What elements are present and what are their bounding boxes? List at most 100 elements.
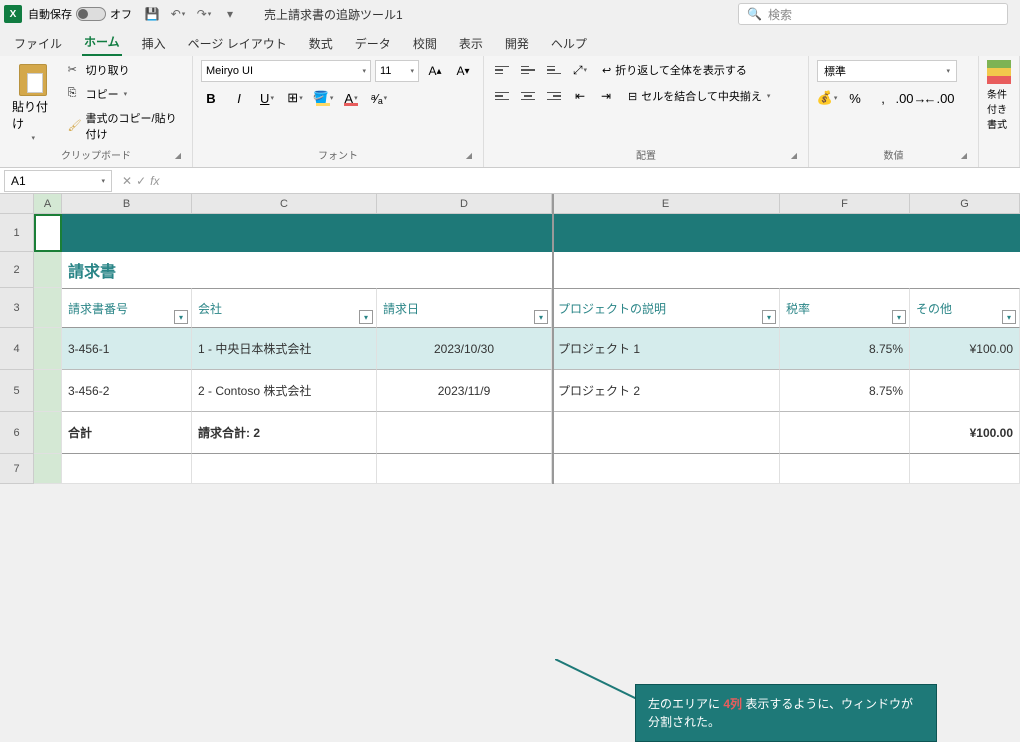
total-cell[interactable]	[552, 412, 780, 454]
cell[interactable]	[552, 454, 780, 484]
tab-home[interactable]: ホーム	[82, 29, 122, 56]
border-button[interactable]: ⊞▾	[285, 88, 305, 108]
save-icon[interactable]: 💾	[144, 6, 160, 22]
conditional-format-button[interactable]: 条件付き書式	[987, 60, 1011, 131]
cell[interactable]	[192, 454, 377, 484]
data-cell[interactable]: 3-456-2	[62, 370, 192, 412]
row-header-2[interactable]: 2	[0, 252, 34, 288]
cell[interactable]	[34, 412, 62, 454]
cell[interactable]	[34, 288, 62, 328]
qat-customize-icon[interactable]: ▾	[222, 6, 238, 22]
name-box[interactable]: A1▾	[4, 170, 112, 192]
font-name-select[interactable]: Meiryo UI▾	[201, 60, 371, 82]
heading-cell[interactable]: 請求書	[62, 252, 1020, 288]
filter-icon[interactable]: ▾	[359, 310, 373, 324]
number-format-select[interactable]: 標準▾	[817, 60, 957, 82]
accounting-format-button[interactable]: 💰▾	[817, 88, 837, 108]
select-all-corner[interactable]	[0, 194, 34, 214]
data-cell[interactable]: 2023/10/30	[377, 328, 552, 370]
col-header-A[interactable]: A	[34, 194, 62, 214]
autosave-toggle[interactable]: 自動保存 オフ	[28, 6, 132, 22]
tab-review[interactable]: 校閲	[411, 31, 439, 56]
filter-icon[interactable]: ▾	[534, 310, 548, 324]
search-input[interactable]: 🔍 検索	[738, 3, 1008, 25]
tab-developer[interactable]: 開発	[503, 31, 531, 56]
split-bar[interactable]	[552, 194, 554, 484]
filter-icon[interactable]: ▾	[892, 310, 906, 324]
row-header-3[interactable]: 3	[0, 288, 34, 328]
table-header[interactable]: 会社▾	[192, 288, 377, 328]
cancel-formula-icon[interactable]: ✕	[122, 174, 132, 188]
tab-help[interactable]: ヘルプ	[549, 31, 589, 56]
align-bottom-button[interactable]	[544, 60, 564, 80]
italic-button[interactable]: I	[229, 88, 249, 108]
align-left-button[interactable]	[492, 86, 512, 106]
enter-formula-icon[interactable]: ✓	[136, 174, 146, 188]
decrease-decimal-button[interactable]: ←.00	[929, 88, 949, 108]
indent-increase-button[interactable]: ⇥	[596, 86, 616, 106]
table-header[interactable]: プロジェクトの説明▾	[552, 288, 780, 328]
cell[interactable]	[34, 454, 62, 484]
cell[interactable]	[34, 370, 62, 412]
cut-button[interactable]: ✂切り取り	[64, 60, 184, 80]
table-header[interactable]: 請求日▾	[377, 288, 552, 328]
merge-center-button[interactable]: ⊟セルを結合して中央揃え▾	[622, 86, 776, 106]
filter-icon[interactable]: ▾	[174, 310, 188, 324]
cell[interactable]	[377, 454, 552, 484]
align-right-button[interactable]	[544, 86, 564, 106]
col-header-F[interactable]: F	[780, 194, 910, 214]
tab-insert[interactable]: 挿入	[140, 31, 168, 56]
total-cell[interactable]: ¥100.00	[910, 412, 1020, 454]
tab-page-layout[interactable]: ページ レイアウト	[186, 31, 289, 56]
tab-formulas[interactable]: 数式	[307, 31, 335, 56]
align-top-button[interactable]	[492, 60, 512, 80]
active-cell[interactable]	[34, 214, 62, 252]
table-header[interactable]: その他▾	[910, 288, 1020, 328]
row-header-1[interactable]: 1	[0, 214, 34, 252]
data-cell[interactable]: ¥100.00	[910, 328, 1020, 370]
col-header-G[interactable]: G	[910, 194, 1020, 214]
formula-bar[interactable]	[165, 170, 1020, 192]
bold-button[interactable]: B	[201, 88, 221, 108]
data-cell[interactable]: プロジェクト 2	[552, 370, 780, 412]
comma-button[interactable]: ,	[873, 88, 893, 108]
shrink-font-button[interactable]: A▾	[451, 60, 475, 82]
clipboard-launcher-icon[interactable]: ◢	[172, 151, 184, 163]
font-size-select[interactable]: 11▾	[375, 60, 419, 82]
undo-icon[interactable]: ↶▾	[170, 6, 186, 22]
align-middle-button[interactable]	[518, 60, 538, 80]
row-header-4[interactable]: 4	[0, 328, 34, 370]
tab-data[interactable]: データ	[353, 31, 393, 56]
fill-color-button[interactable]: 🪣▾	[313, 88, 333, 108]
alignment-launcher-icon[interactable]: ◢	[788, 151, 800, 163]
total-cell[interactable]	[780, 412, 910, 454]
data-cell[interactable]: 2023/11/9	[377, 370, 552, 412]
table-header[interactable]: 税率▾	[780, 288, 910, 328]
font-color-button[interactable]: A▾	[341, 88, 361, 108]
increase-decimal-button[interactable]: .00→	[901, 88, 921, 108]
data-cell[interactable]	[910, 370, 1020, 412]
align-center-button[interactable]	[518, 86, 538, 106]
cell[interactable]	[34, 328, 62, 370]
data-cell[interactable]: プロジェクト 1	[552, 328, 780, 370]
data-cell[interactable]: 1 - 中央日本株式会社	[192, 328, 377, 370]
cell[interactable]	[780, 454, 910, 484]
total-cell[interactable]: 合計	[62, 412, 192, 454]
table-header[interactable]: 請求書番号▾	[62, 288, 192, 328]
row-header-6[interactable]: 6	[0, 412, 34, 454]
row-header-7[interactable]: 7	[0, 454, 34, 484]
data-cell[interactable]: 3-456-1	[62, 328, 192, 370]
col-header-C[interactable]: C	[192, 194, 377, 214]
percent-button[interactable]: %	[845, 88, 865, 108]
format-painter-button[interactable]: 🖌書式のコピー/貼り付け	[64, 108, 184, 144]
col-header-D[interactable]: D	[377, 194, 552, 214]
data-cell[interactable]: 8.75%	[780, 328, 910, 370]
header-bar[interactable]	[62, 214, 1020, 252]
tab-file[interactable]: ファイル	[12, 31, 64, 56]
copy-button[interactable]: ⎘コピー▾	[64, 84, 184, 104]
total-cell[interactable]: 請求合計: 2	[192, 412, 377, 454]
total-cell[interactable]	[377, 412, 552, 454]
cell[interactable]	[62, 454, 192, 484]
col-header-B[interactable]: B	[62, 194, 192, 214]
cell[interactable]	[34, 252, 62, 288]
